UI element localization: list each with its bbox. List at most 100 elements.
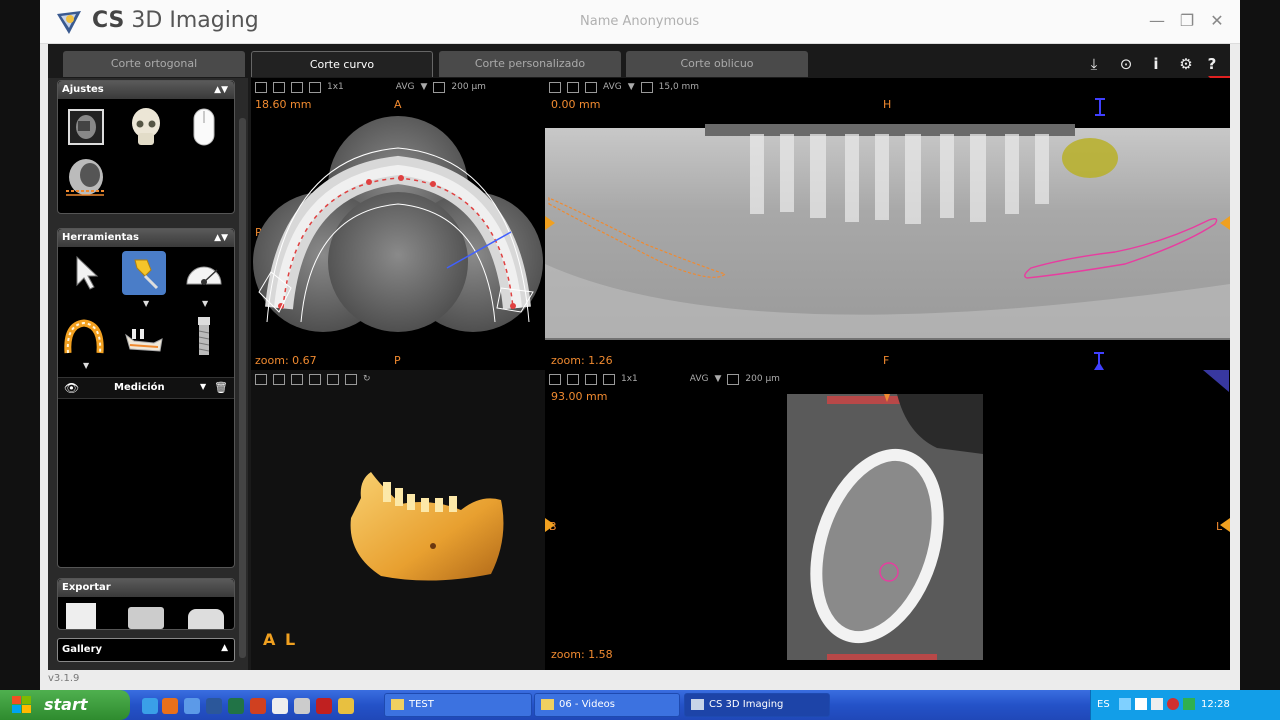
arch-dropdown-arrow[interactable]: ▼ bbox=[83, 361, 89, 370]
zoom-mode[interactable]: 1x1 bbox=[327, 82, 344, 92]
protractor-dropdown-arrow[interactable]: ▼ bbox=[202, 299, 208, 308]
save-icon[interactable] bbox=[255, 373, 267, 385]
powerpoint-icon[interactable] bbox=[250, 698, 266, 714]
app-icon-4[interactable] bbox=[316, 698, 332, 714]
trash-icon[interactable]: 🗑 bbox=[214, 381, 228, 394]
ie-icon[interactable] bbox=[142, 698, 158, 714]
view-tabs: Corte ortogonal Corte curvo Corte person… bbox=[48, 48, 1230, 77]
tab-corte-oblicuo[interactable]: Corte oblicuo bbox=[626, 51, 808, 77]
avg-select[interactable]: AVG bbox=[396, 82, 415, 92]
download-icon[interactable]: ⤓ bbox=[1084, 54, 1104, 74]
start-button[interactable]: start bbox=[0, 690, 130, 720]
implant-icon[interactable] bbox=[182, 315, 226, 359]
gallery-dropdown[interactable]: Gallery ▲ bbox=[57, 638, 235, 662]
app-icon-2[interactable] bbox=[272, 698, 288, 714]
xray-view-icon[interactable] bbox=[64, 105, 108, 149]
minimize-button[interactable]: — bbox=[1146, 10, 1168, 32]
firefox-icon[interactable] bbox=[162, 698, 178, 714]
app-icon-3[interactable] bbox=[294, 698, 310, 714]
medicion-dropdown-arrow[interactable]: ▼ bbox=[200, 382, 206, 391]
cube-solid-icon[interactable] bbox=[327, 373, 339, 385]
copy-icon[interactable] bbox=[291, 373, 303, 385]
axial-viewport[interactable]: 1x1 AVG▼ 200 µm 18.60 mm A P R L zoom: 0… bbox=[251, 78, 545, 370]
avg-dropdown-icon[interactable]: ▼ bbox=[628, 82, 635, 92]
layout-icon[interactable] bbox=[309, 81, 321, 93]
skull-icon[interactable] bbox=[124, 105, 168, 149]
exportar-header[interactable]: Exportar bbox=[58, 579, 234, 597]
thickness-value[interactable]: 200 µm bbox=[451, 82, 486, 92]
pointer-tool-icon[interactable] bbox=[64, 251, 108, 295]
left-panel-scrollbar[interactable] bbox=[239, 118, 246, 658]
herramientas-header[interactable]: Herramientas ▲▼ bbox=[58, 229, 234, 247]
zoom-mode[interactable]: 1x1 bbox=[621, 374, 638, 384]
copy-icon[interactable] bbox=[291, 81, 303, 93]
report-icon[interactable] bbox=[66, 603, 96, 629]
camera-icon[interactable] bbox=[188, 609, 224, 629]
tab-corte-ortogonal[interactable]: Corte ortogonal bbox=[63, 51, 245, 77]
close-button[interactable]: ✕ bbox=[1206, 10, 1228, 32]
box-icon[interactable] bbox=[345, 373, 357, 385]
tray-icon-3[interactable] bbox=[1151, 698, 1163, 710]
pin-tool-icon[interactable] bbox=[122, 251, 166, 295]
window-icon[interactable] bbox=[273, 81, 285, 93]
panoramic-viewport[interactable]: AVG ▼ 15,0 mm 0.00 mm H F zoom: 1.26 bbox=[545, 78, 1230, 370]
taskbar-item-test[interactable]: TEST bbox=[384, 693, 532, 717]
tray-icon-2[interactable] bbox=[1135, 698, 1147, 710]
language-indicator[interactable]: ES bbox=[1097, 699, 1110, 710]
app-icon-5[interactable] bbox=[338, 698, 354, 714]
tab-corte-curvo[interactable]: Corte curvo bbox=[251, 51, 433, 77]
save-icon[interactable] bbox=[255, 81, 267, 93]
clock[interactable]: 12:28 bbox=[1201, 699, 1230, 710]
thickness-value[interactable]: 200 µm bbox=[745, 374, 780, 384]
window-icon[interactable] bbox=[273, 373, 285, 385]
info-icon[interactable]: i bbox=[1146, 54, 1166, 74]
rotate-icon[interactable]: ↻ bbox=[363, 374, 371, 384]
ajustes-header[interactable]: Ajustes ▲▼ bbox=[58, 81, 234, 99]
avg-dropdown-icon[interactable]: ▼ bbox=[421, 82, 428, 92]
printer-icon[interactable] bbox=[128, 607, 164, 629]
panoramic-top-marker-icon[interactable] bbox=[1093, 96, 1107, 118]
layout-icon[interactable] bbox=[603, 373, 615, 385]
taskbar-item-videos[interactable]: 06 - Videos bbox=[534, 693, 680, 717]
avg-dropdown-icon[interactable]: ▼ bbox=[715, 374, 722, 384]
save-icon[interactable] bbox=[549, 373, 561, 385]
panoramic-bottom-marker-icon[interactable] bbox=[1092, 350, 1106, 370]
mandible-nerve-icon[interactable] bbox=[122, 315, 166, 359]
excel-icon[interactable] bbox=[228, 698, 244, 714]
protractor-icon[interactable] bbox=[182, 251, 226, 295]
app-window: CS 3D Imaging Name Anonymous — ❐ ✕ Corte… bbox=[40, 0, 1240, 690]
help-icon[interactable]: ? bbox=[1202, 54, 1222, 74]
copy-icon[interactable] bbox=[585, 81, 597, 93]
medicion-row: 👁 Medición ▼ 🗑 bbox=[58, 377, 234, 399]
app-icon-1[interactable] bbox=[184, 698, 200, 714]
panoramic-distance: 0.00 mm bbox=[551, 98, 601, 111]
window-icon[interactable] bbox=[567, 373, 579, 385]
avg-select[interactable]: AVG bbox=[603, 82, 622, 92]
thickness-value[interactable]: 15,0 mm bbox=[659, 82, 699, 92]
maximize-button[interactable]: ❐ bbox=[1176, 10, 1198, 32]
panoramic-right-marker-icon[interactable] bbox=[1220, 216, 1230, 230]
eye-icon[interactable]: 👁 bbox=[64, 381, 79, 395]
cross-left-marker-icon[interactable] bbox=[545, 518, 555, 532]
copy-icon[interactable] bbox=[585, 373, 597, 385]
mouse-icon[interactable] bbox=[182, 105, 226, 149]
cube-icon[interactable] bbox=[309, 373, 321, 385]
dental-arch-icon[interactable] bbox=[62, 315, 106, 359]
save-icon[interactable] bbox=[549, 81, 561, 93]
tab-corte-personalizado[interactable]: Corte personalizado bbox=[439, 51, 621, 77]
cross-right-marker-icon[interactable] bbox=[1220, 518, 1230, 532]
head-profile-icon[interactable] bbox=[64, 157, 108, 201]
volume-viewport[interactable]: ↻ A L bbox=[251, 370, 545, 670]
gear-icon[interactable]: ⚙ bbox=[1176, 54, 1196, 74]
cross-section-viewport[interactable]: 1x1 AVG▼ 200 µm 93.00 mm zoom: 1.58 B L bbox=[545, 370, 1230, 670]
tray-icon-1[interactable] bbox=[1119, 698, 1131, 710]
target-icon[interactable]: ⊙ bbox=[1116, 54, 1136, 74]
pin-dropdown-arrow[interactable]: ▼ bbox=[143, 299, 149, 308]
panoramic-left-marker-icon[interactable] bbox=[545, 216, 555, 230]
shield-icon[interactable] bbox=[1167, 698, 1179, 710]
word-icon[interactable] bbox=[206, 698, 222, 714]
avg-select[interactable]: AVG bbox=[690, 374, 709, 384]
tray-icon-4[interactable] bbox=[1183, 698, 1195, 710]
window-icon[interactable] bbox=[567, 81, 579, 93]
taskbar-item-cs3d[interactable]: CS 3D Imaging bbox=[684, 693, 830, 717]
